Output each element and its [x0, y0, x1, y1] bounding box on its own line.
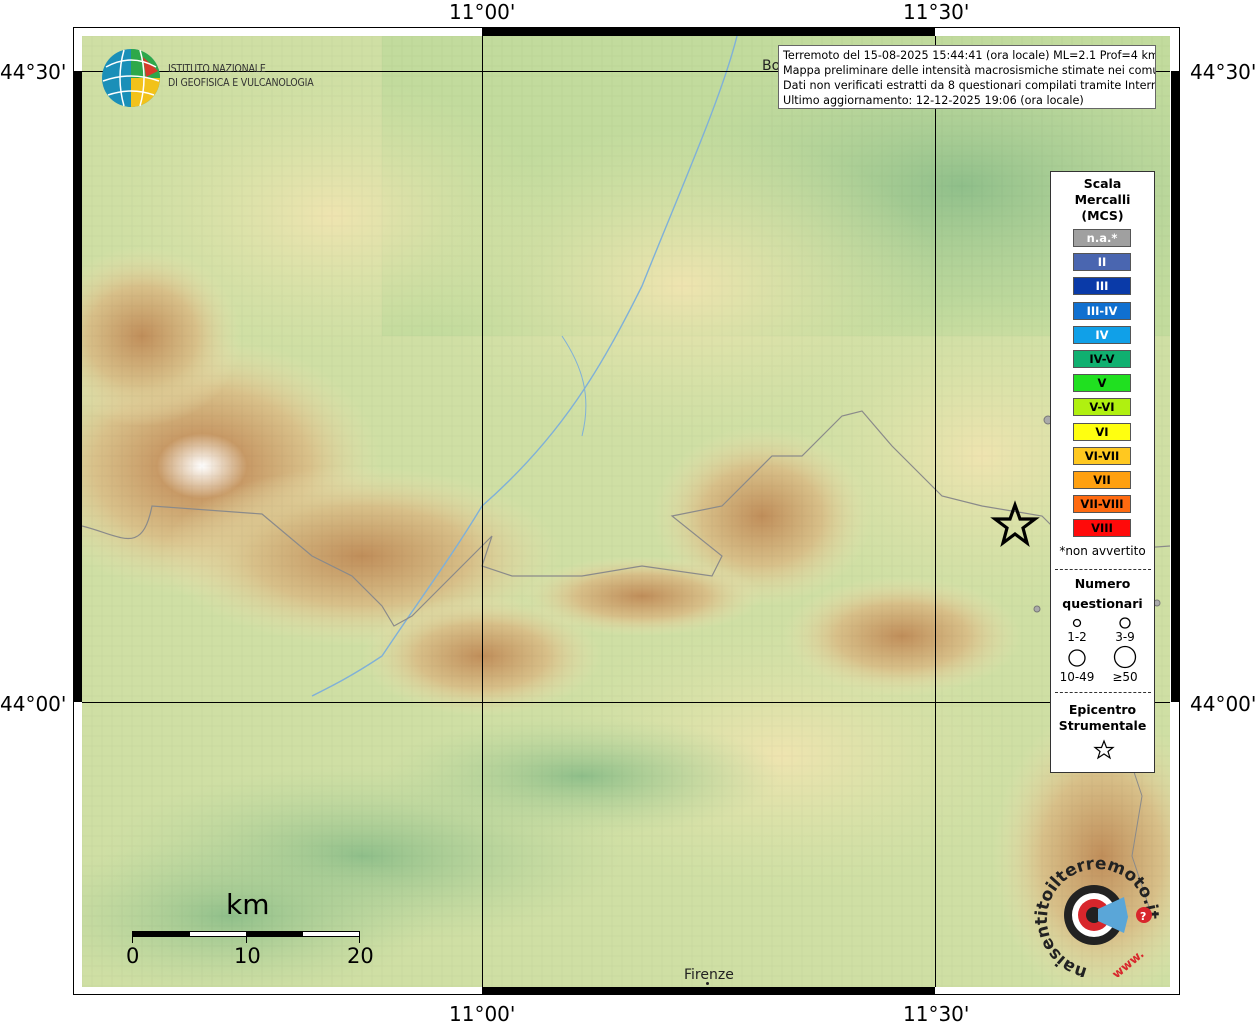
mcs-item-vii-viii: VII-VIII [1073, 495, 1131, 514]
place-label-firenze: Firenze [684, 967, 734, 983]
epicenter-legend-star-icon [1093, 739, 1115, 760]
event-info-box: Terremoto del 15-08-2025 15:44:41 (ora l… [778, 45, 1156, 109]
legend-title: Scala Mercalli (MCS) [1074, 176, 1131, 223]
count-class-50-plus: ≥50 [1112, 670, 1138, 684]
mcs-item-v: V [1073, 374, 1131, 393]
event-info-line4: Ultimo aggiornamento: 12-12-2025 19:06 (… [783, 94, 1084, 107]
mcs-item-iii-iv: III-IV [1073, 301, 1131, 320]
mcs-item-vi-vii: VI-VII [1073, 446, 1131, 465]
frame-bar-bottom [482, 987, 935, 995]
scalebar-tick-10: 10 [234, 944, 261, 968]
legend-count-title: Numero questionari [1062, 576, 1143, 611]
mcs-item-vii: VII [1073, 471, 1131, 489]
mcs-item-vi: VI [1073, 422, 1131, 441]
map-frame [73, 27, 1180, 995]
frame-bar-top [482, 27, 935, 36]
ingv-logo-icon [100, 47, 162, 113]
legend-na-note: *non avvertito [1059, 544, 1146, 558]
lon-label-top-1130: 11°30' [903, 0, 970, 24]
lat-label-left-4430: 44°30' [0, 60, 67, 84]
count-class-3-9: 3-9 [1115, 630, 1135, 644]
lon-label-top-1100: 11°00' [449, 0, 516, 24]
frame-bar-right [1171, 71, 1180, 702]
lat-label-left-4400: 44°00' [0, 692, 67, 716]
svg-text:?: ? [1140, 910, 1146, 923]
scalebar-unit: km [226, 888, 270, 921]
mcs-item-iv-v: IV-V [1073, 350, 1131, 368]
mcs-item-na: n.a.* [1073, 229, 1131, 247]
event-info-line1: Terremoto del 15-08-2025 15:44:41 (ora l… [783, 49, 1156, 62]
mcs-item-ii: II [1073, 253, 1131, 272]
event-info-line2: Mappa preliminare delle intensità macros… [783, 64, 1156, 77]
mcs-item-iii: III [1073, 277, 1131, 296]
mcs-item-iv: IV [1073, 325, 1131, 344]
legend-divider [1055, 569, 1151, 570]
scalebar-tick-0: 0 [126, 944, 140, 968]
legend-epicenter-title: Epicentro Strumentale [1058, 702, 1147, 733]
event-info-line3: Dati non verificati estratti da 8 questi… [783, 79, 1156, 92]
mcs-item-v-vi: V-VI [1073, 398, 1131, 417]
haisentito-logo-icon[interactable]: haisentitoilterremoto.it ? www. [1032, 854, 1162, 983]
lon-label-bottom-1100: 11°00' [449, 1002, 516, 1026]
scalebar-tick-20: 20 [347, 944, 374, 968]
legend-panel: Scala Mercalli (MCS) n.a.* II III III-IV IV I… [1050, 171, 1155, 773]
ingv-logo-text: ISTITUTO NAZIONALE DI GEOFISICA E VULCAN… [168, 63, 314, 89]
firenze-point [706, 982, 709, 985]
frame-bar-left [73, 71, 82, 702]
lat-label-right-4430: 44°30' [1190, 60, 1255, 84]
mcs-item-viii: VIII [1073, 519, 1131, 538]
lon-label-bottom-1130: 11°30' [903, 1002, 970, 1026]
haisentito-url-text: www. [1109, 947, 1146, 977]
count-class-1-2: 1-2 [1067, 630, 1087, 644]
lat-label-right-4400: 44°00' [1190, 692, 1255, 716]
legend-divider [1055, 692, 1151, 693]
count-class-10-49: 10-49 [1059, 670, 1095, 684]
